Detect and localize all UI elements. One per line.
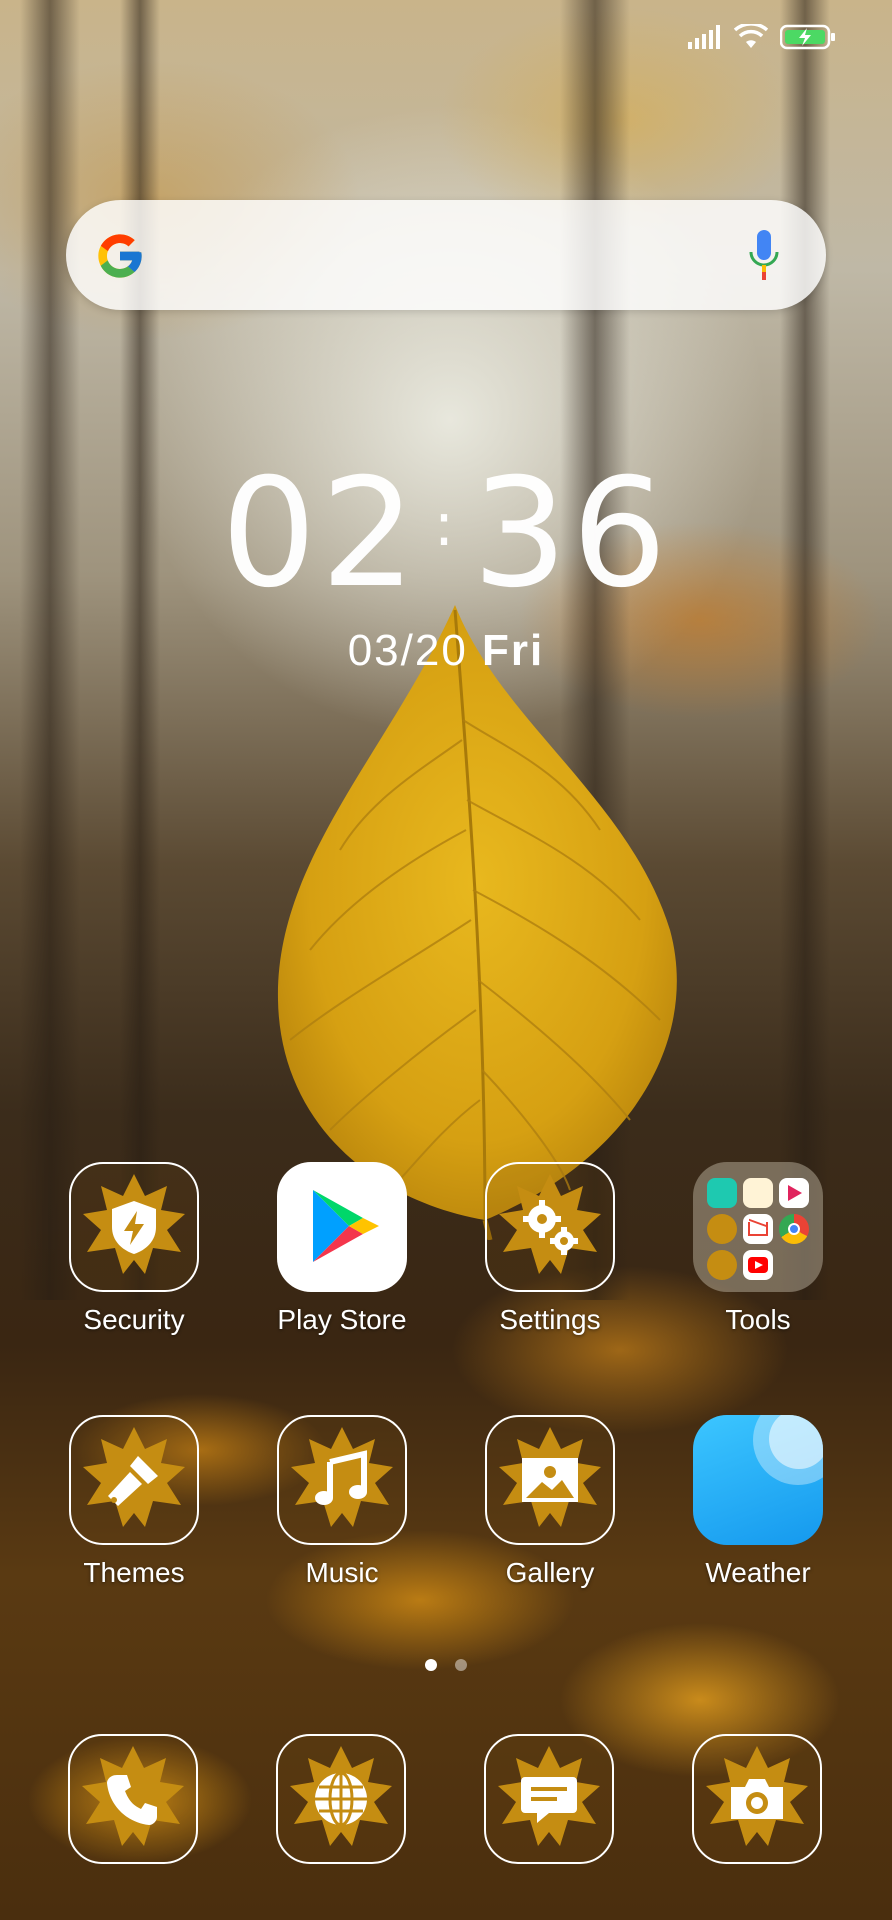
wifi-icon — [734, 24, 768, 48]
play-store-icon — [277, 1162, 407, 1292]
contacts-mini-icon — [707, 1214, 737, 1244]
app-label: Security — [83, 1304, 185, 1335]
phone-icon — [107, 1775, 157, 1825]
dock-messages[interactable] — [464, 1734, 634, 1864]
app-music[interactable]: Music — [257, 1415, 427, 1589]
page-dot[interactable] — [455, 1659, 467, 1671]
themes-app-icon — [69, 1415, 199, 1545]
app-weather[interactable]: Weather — [673, 1415, 843, 1589]
music-app-icon — [277, 1415, 407, 1545]
app-play-store[interactable]: Play Store — [257, 1162, 427, 1336]
youtube-mini-icon — [743, 1250, 773, 1280]
app-label: Music — [305, 1557, 379, 1588]
paintbrush-icon — [108, 1456, 158, 1506]
app-label: Gallery — [505, 1557, 595, 1588]
browser-app-icon — [276, 1734, 406, 1864]
camera-app-icon — [692, 1734, 822, 1864]
dock-browser[interactable] — [256, 1734, 426, 1864]
message-icon — [521, 1777, 577, 1823]
date-text: 03/20 — [347, 626, 468, 675]
app-settings[interactable]: Settings — [465, 1162, 635, 1336]
dock-phone[interactable] — [48, 1734, 218, 1864]
page-dot[interactable] — [425, 1659, 437, 1671]
wallpaper-leaf — [277, 605, 677, 1240]
app-label: Play Store — [277, 1304, 407, 1335]
gears-icon — [523, 1200, 578, 1255]
app-tools-folder[interactable]: Tools — [673, 1162, 843, 1336]
movies-mini-icon — [779, 1178, 809, 1208]
google-g-icon — [98, 234, 142, 278]
folder-icon — [693, 1162, 823, 1292]
gallery-app-icon — [485, 1415, 615, 1545]
date-widget[interactable]: 03/20 Fri — [0, 626, 892, 676]
app-security[interactable]: Security — [49, 1162, 219, 1336]
app-label: Tools — [725, 1304, 791, 1335]
status-bar — [688, 24, 836, 50]
music-note-icon — [315, 1450, 367, 1505]
clock-widget[interactable]: 02:36 — [0, 450, 892, 609]
app-gallery[interactable]: Gallery — [465, 1415, 635, 1589]
chrome-mini-icon — [779, 1214, 809, 1244]
google-search-bar[interactable] — [66, 200, 826, 310]
phone-app-icon — [68, 1734, 198, 1864]
clock-separator: : — [433, 490, 459, 560]
video-mini-icon — [743, 1178, 773, 1208]
clock-hours: 02 — [221, 447, 420, 621]
settings-app-icon — [485, 1162, 615, 1292]
microphone-icon[interactable] — [746, 228, 782, 284]
globe-icon — [315, 1771, 367, 1827]
security-app-icon — [69, 1162, 199, 1292]
app-themes[interactable]: Themes — [49, 1415, 219, 1589]
recorder-mini-icon — [707, 1250, 737, 1280]
image-icon — [522, 1458, 578, 1502]
shield-bolt-icon — [112, 1201, 156, 1254]
signal-icon — [688, 25, 720, 49]
dock-camera[interactable] — [672, 1734, 842, 1864]
clock-minutes: 36 — [472, 447, 671, 621]
weekday-text: Fri — [482, 626, 545, 675]
app-label: Weather — [705, 1557, 811, 1588]
scanner-mini-icon — [707, 1178, 737, 1208]
gmail-mini-icon — [743, 1214, 773, 1244]
play-triangle-icon — [313, 1190, 379, 1262]
battery-charging-icon — [780, 24, 835, 50]
app-label: Themes — [83, 1557, 185, 1588]
camera-icon — [731, 1779, 783, 1819]
page-indicator[interactable] — [0, 1659, 892, 1671]
app-label: Settings — [499, 1304, 601, 1335]
messages-app-icon — [484, 1734, 614, 1864]
weather-icon — [693, 1415, 823, 1545]
